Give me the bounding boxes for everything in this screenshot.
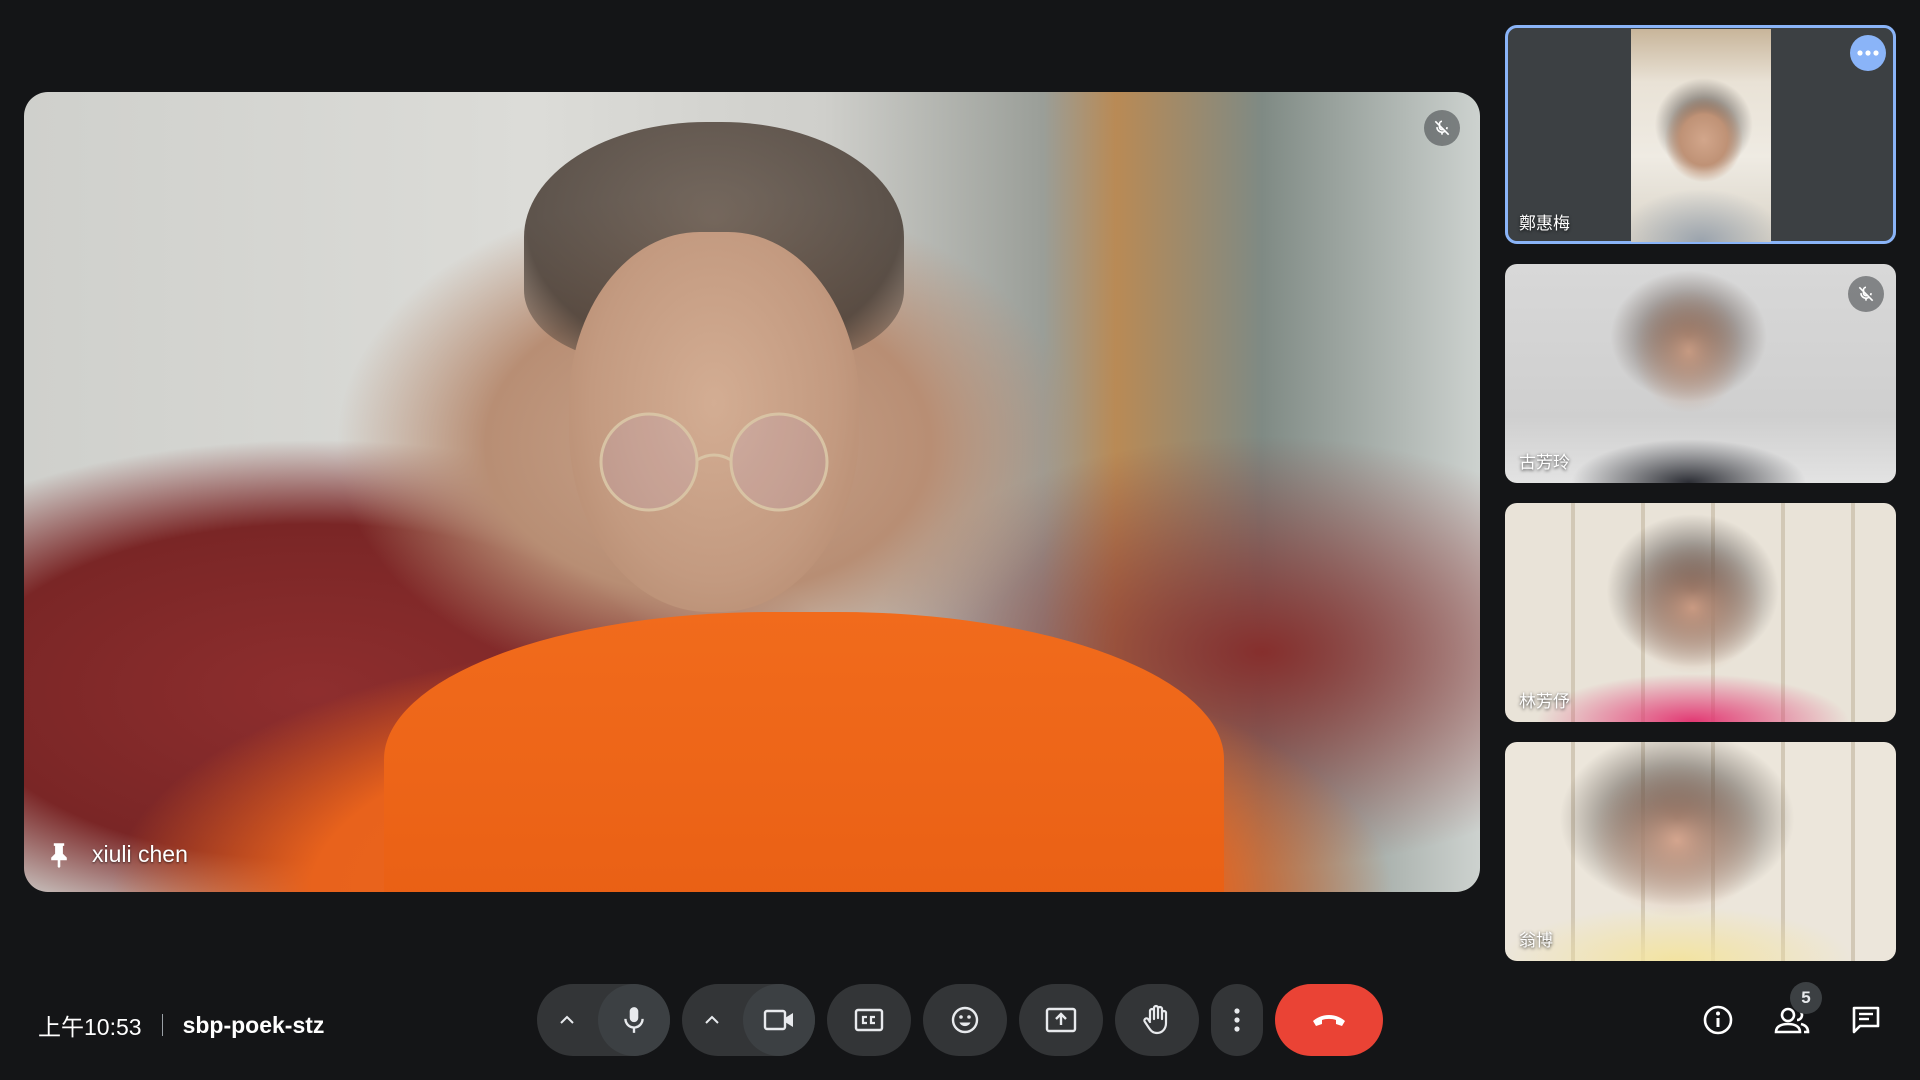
glasses bbox=[599, 412, 829, 512]
meeting-details: 上午10:53 sbp-poek-stz bbox=[38, 1008, 324, 1042]
microphone-button[interactable] bbox=[598, 984, 670, 1056]
meet-window: xiuli chen 鄭惠梅 古芳玲 林芳伃 翁博 上午10:53 sbp-po… bbox=[0, 0, 1920, 1080]
chevron-up-icon bbox=[560, 1015, 574, 1024]
present-button[interactable] bbox=[1019, 984, 1103, 1056]
mic-off-icon bbox=[1434, 120, 1450, 136]
present-screen-icon bbox=[1045, 1007, 1077, 1033]
pin-icon bbox=[51, 842, 67, 868]
participant-tile-4[interactable]: 翁博 bbox=[1505, 742, 1896, 961]
leave-call-button[interactable] bbox=[1275, 984, 1383, 1056]
camera-button[interactable] bbox=[743, 984, 815, 1056]
info-icon bbox=[1703, 1005, 1733, 1035]
video-options-button[interactable] bbox=[682, 984, 742, 1056]
more-horiz-icon bbox=[1857, 50, 1879, 56]
side-panel-controls: 5 bbox=[1694, 982, 1890, 1050]
participant-count-badge: 5 bbox=[1790, 982, 1822, 1014]
emoji-icon bbox=[951, 1006, 979, 1034]
video-controls bbox=[682, 984, 815, 1056]
people-button[interactable]: 5 bbox=[1768, 982, 1822, 1050]
main-video-tile[interactable]: xiuli chen bbox=[24, 92, 1480, 892]
microphone-icon bbox=[624, 1007, 644, 1033]
raise-hand-button[interactable] bbox=[1115, 984, 1199, 1056]
video-camera-icon bbox=[763, 1009, 793, 1031]
bottom-control-bar: 上午10:53 sbp-poek-stz 5 bbox=[0, 970, 1920, 1070]
hand-icon bbox=[1143, 1004, 1168, 1035]
audio-options-button[interactable] bbox=[537, 984, 597, 1056]
muted-indicator bbox=[1424, 110, 1460, 146]
divider bbox=[161, 1014, 163, 1036]
participant-tile-1[interactable]: 鄭惠梅 bbox=[1505, 25, 1896, 244]
participant-name: 翁博 bbox=[1519, 931, 1553, 950]
chevron-up-icon bbox=[705, 1015, 719, 1024]
more-options-button[interactable] bbox=[1211, 984, 1263, 1056]
participant-name: 林芳伃 bbox=[1519, 692, 1570, 711]
participant-name: 鄭惠梅 bbox=[1519, 214, 1570, 233]
meeting-time: 上午10:53 bbox=[38, 1014, 142, 1040]
closed-captions-icon bbox=[854, 1008, 884, 1032]
chat-icon bbox=[1852, 1006, 1880, 1034]
meeting-code: sbp-poek-stz bbox=[182, 1011, 325, 1038]
more-vert-icon bbox=[1234, 1008, 1240, 1032]
call-controls bbox=[537, 984, 1383, 1056]
muted-indicator bbox=[1848, 276, 1884, 312]
phone-hangup-icon bbox=[1313, 1015, 1345, 1026]
main-participant-name: xiuli chen bbox=[92, 841, 188, 867]
meeting-details-button[interactable] bbox=[1694, 990, 1742, 1050]
video-feed bbox=[1631, 29, 1771, 242]
more-options-button[interactable] bbox=[1850, 35, 1886, 71]
audio-controls bbox=[537, 984, 670, 1056]
participant-name-label: xiuli chen bbox=[48, 841, 188, 868]
participant-name: 古芳玲 bbox=[1519, 453, 1570, 472]
participant-tile-2[interactable]: 古芳玲 bbox=[1505, 264, 1896, 483]
participant-tile-3[interactable]: 林芳伃 bbox=[1505, 503, 1896, 722]
mic-off-icon bbox=[1858, 286, 1874, 302]
reactions-button[interactable] bbox=[923, 984, 1007, 1056]
chat-button[interactable] bbox=[1842, 990, 1890, 1050]
captions-button[interactable] bbox=[827, 984, 911, 1056]
